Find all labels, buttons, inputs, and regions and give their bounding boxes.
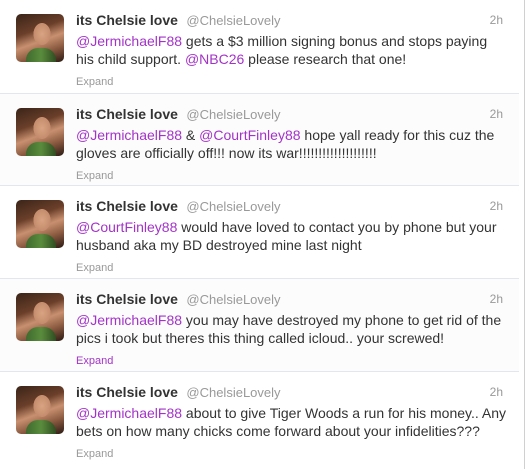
tweet-timestamp[interactable]: 2h xyxy=(490,382,503,402)
mention-link[interactable]: @JermichaelF88 xyxy=(76,312,182,328)
tweet-header: its Chelsie love @ChelsieLovely 2h xyxy=(76,382,509,402)
mention-link[interactable]: @NBC26 xyxy=(185,51,244,67)
tweet-item[interactable]: its Chelsie love @ChelsieLovely 2h @Jerm… xyxy=(0,0,519,94)
avatar[interactable] xyxy=(16,293,64,341)
tweet-header: its Chelsie love @ChelsieLovely 2h xyxy=(76,104,509,124)
tweet-text-segment: please research that one! xyxy=(244,51,407,67)
expand-link[interactable]: Expand xyxy=(76,354,509,368)
tweet-username[interactable]: @ChelsieLovely xyxy=(186,107,280,122)
mention-link[interactable]: @JermichaelF88 xyxy=(76,405,182,421)
tweet-username[interactable]: @ChelsieLovely xyxy=(186,292,280,307)
avatar[interactable] xyxy=(16,386,64,434)
tweet-timestamp[interactable]: 2h xyxy=(490,104,503,124)
expand-link[interactable]: Expand xyxy=(76,447,509,461)
tweet-text: @JermichaelF88 you may have destroyed my… xyxy=(76,311,508,347)
tweet-timestamp[interactable]: 2h xyxy=(490,289,503,309)
mention-link[interactable]: @JermichaelF88 xyxy=(76,33,182,49)
tweet-username[interactable]: @ChelsieLovely xyxy=(186,13,280,28)
tweet-fullname[interactable]: its Chelsie love xyxy=(76,106,178,122)
tweet-item[interactable]: its Chelsie love @ChelsieLovely 2h @Cour… xyxy=(0,186,519,279)
tweet-fullname[interactable]: its Chelsie love xyxy=(76,12,178,28)
tweet-header: its Chelsie love @ChelsieLovely 2h xyxy=(76,289,509,309)
tweet-text: @JermichaelF88 about to give Tiger Woods… xyxy=(76,404,508,440)
tweet-item[interactable]: its Chelsie love @ChelsieLovely 2h @Jerm… xyxy=(0,279,519,372)
expand-link[interactable]: Expand xyxy=(76,169,509,183)
tweet-header: its Chelsie love @ChelsieLovely 2h xyxy=(76,10,509,30)
tweet-text: @JermichaelF88 gets a $3 million signing… xyxy=(76,32,508,68)
tweet-item[interactable]: its Chelsie love @ChelsieLovely 2h @Jerm… xyxy=(0,94,519,186)
tweet-username[interactable]: @ChelsieLovely xyxy=(186,385,280,400)
mention-link[interactable]: @CourtFinley88 xyxy=(199,127,300,143)
tweet-text-segment: & xyxy=(182,127,200,143)
expand-link[interactable]: Expand xyxy=(76,75,509,89)
avatar[interactable] xyxy=(16,14,64,62)
tweet-timestamp[interactable]: 2h xyxy=(490,10,503,30)
tweet-text: @JermichaelF88 & @CourtFinley88 hope yal… xyxy=(76,126,508,162)
tweet-timeline: its Chelsie love @ChelsieLovely 2h @Jerm… xyxy=(0,0,525,469)
tweet-fullname[interactable]: its Chelsie love xyxy=(76,198,178,214)
tweet-text: @CourtFinley88 would have loved to conta… xyxy=(76,218,508,254)
tweet-header: its Chelsie love @ChelsieLovely 2h xyxy=(76,196,509,216)
tweet-fullname[interactable]: its Chelsie love xyxy=(76,291,178,307)
mention-link[interactable]: @CourtFinley88 xyxy=(76,219,177,235)
avatar[interactable] xyxy=(16,108,64,156)
expand-link[interactable]: Expand xyxy=(76,261,509,275)
avatar[interactable] xyxy=(16,200,64,248)
tweet-timestamp[interactable]: 2h xyxy=(490,196,503,216)
tweet-item[interactable]: its Chelsie love @ChelsieLovely 2h @Jerm… xyxy=(0,372,519,469)
tweet-fullname[interactable]: its Chelsie love xyxy=(76,384,178,400)
tweet-username[interactable]: @ChelsieLovely xyxy=(186,199,280,214)
mention-link[interactable]: @JermichaelF88 xyxy=(76,127,182,143)
